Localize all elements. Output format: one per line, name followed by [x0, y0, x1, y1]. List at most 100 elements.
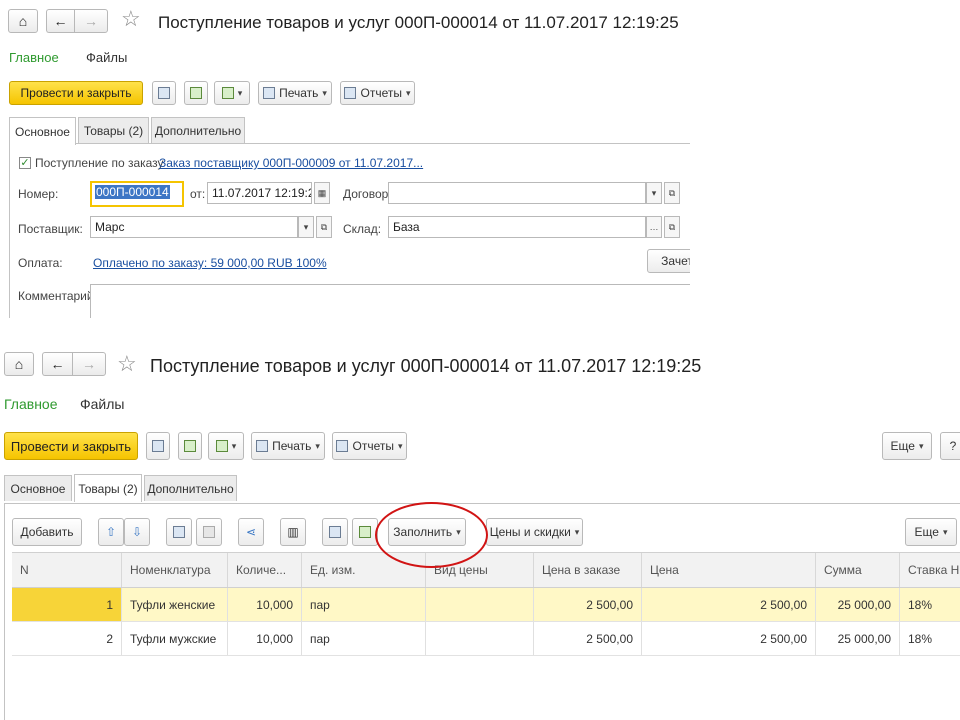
back-button[interactable]: ←: [42, 352, 72, 376]
chevron-down-icon: ▾: [651, 187, 657, 198]
arrow-up-icon: ⇧: [105, 525, 117, 539]
comment-field[interactable]: [90, 284, 690, 318]
tab-main[interactable]: Основное: [9, 117, 76, 145]
payment-link[interactable]: Оплачено по заказу: 59 000,00 RUB 100%: [93, 256, 327, 270]
nav-files[interactable]: Файлы: [86, 50, 127, 65]
table-row[interactable]: 1 Туфли женские 10,000 пар 2 500,00 2 50…: [12, 588, 960, 622]
warehouse-select-button[interactable]: …: [646, 216, 662, 238]
payment-label: Оплата:: [18, 256, 63, 270]
tab-additional[interactable]: Дополнительно: [151, 117, 245, 143]
paste-row-button[interactable]: [196, 518, 222, 546]
col-sum[interactable]: Сумма: [816, 553, 900, 587]
nav-main[interactable]: Главное: [4, 396, 58, 412]
col-unit[interactable]: Ед. изм.: [302, 553, 426, 587]
arrow-right-icon: →: [82, 356, 96, 372]
table-row[interactable]: 2 Туфли мужские 10,000 пар 2 500,00 2 50…: [12, 622, 960, 656]
contract-open-button[interactable]: ⧉: [664, 182, 680, 204]
tab-main[interactable]: Основное: [4, 475, 72, 501]
warehouse-field[interactable]: База: [388, 216, 646, 238]
forward-button[interactable]: →: [72, 352, 106, 376]
create-based-on-button[interactable]: [208, 432, 244, 460]
home-icon: ⌂: [18, 13, 28, 29]
col-item[interactable]: Номенклатура: [122, 553, 228, 587]
tab-goods[interactable]: Товары (2): [74, 474, 142, 502]
post-doc-icon: [184, 440, 196, 452]
print-button[interactable]: Печать: [258, 81, 332, 105]
fill-button[interactable]: Заполнить: [388, 518, 466, 546]
post-and-close-button[interactable]: Провести и закрыть: [4, 432, 138, 460]
tab-additional[interactable]: Дополнительно: [144, 475, 237, 501]
date-field[interactable]: 11.07.2017 12:19:25: [207, 182, 312, 204]
calendar-button[interactable]: ▦: [314, 182, 330, 204]
help-button[interactable]: ?: [940, 432, 960, 460]
cell-order-price: 2 500,00: [534, 588, 642, 621]
floppy-icon: [158, 87, 170, 99]
split-button[interactable]: ⋖: [238, 518, 264, 546]
supplier-open-button[interactable]: ⧉: [316, 216, 332, 238]
arrow-right-icon: →: [84, 13, 98, 29]
col-order-price[interactable]: Цена в заказе: [534, 553, 642, 587]
supplier-field[interactable]: Марс: [90, 216, 298, 238]
cell-vat: 18%: [900, 588, 960, 621]
post-and-close-button[interactable]: Провести и закрыть: [9, 81, 143, 105]
number-value: 000П-000014: [95, 185, 170, 199]
by-order-checkbox[interactable]: ✓: [19, 157, 31, 169]
date-label: от:: [190, 187, 206, 201]
supplier-dropdown-button[interactable]: ▾: [298, 216, 314, 238]
table-more-button[interactable]: Еще: [905, 518, 957, 546]
forward-button[interactable]: →: [74, 9, 108, 33]
nav-main[interactable]: Главное: [9, 50, 59, 65]
move-down-button[interactable]: ⇩: [124, 518, 150, 546]
col-qty[interactable]: Количе...: [228, 553, 302, 587]
home-button[interactable]: ⌂: [8, 9, 38, 33]
number-field[interactable]: 000П-000014: [90, 181, 184, 207]
select-items-button[interactable]: [322, 518, 348, 546]
add-row-button[interactable]: Добавить: [12, 518, 82, 546]
warehouse-open-button[interactable]: ⧉: [664, 216, 680, 238]
save-button[interactable]: [146, 432, 170, 460]
back-button[interactable]: ←: [46, 9, 74, 33]
print-button[interactable]: Печать: [251, 432, 325, 460]
open-icon: ⧉: [668, 187, 676, 198]
barcode-icon: ▥: [287, 525, 299, 539]
prices-discounts-button[interactable]: Цены и скидки: [486, 518, 583, 546]
copy-row-button[interactable]: [166, 518, 192, 546]
post-button[interactable]: [178, 432, 202, 460]
favorite-star-icon[interactable]: ☆: [121, 8, 141, 30]
col-n[interactable]: N: [12, 553, 122, 587]
tab-goods[interactable]: Товары (2): [78, 117, 149, 143]
col-vat[interactable]: Ставка Н: [900, 553, 960, 587]
post-button[interactable]: [184, 81, 208, 105]
save-button[interactable]: [152, 81, 176, 105]
goods-table: N Номенклатура Количе... Ед. изм. Вид це…: [12, 552, 960, 720]
barcode-button[interactable]: ▥: [280, 518, 306, 546]
floppy-icon: [152, 440, 164, 452]
cell-price-type: [426, 622, 534, 655]
offset-button[interactable]: Зачет: [647, 249, 690, 273]
col-price[interactable]: Цена: [642, 553, 816, 587]
nav-files[interactable]: Файлы: [80, 396, 124, 412]
home-button[interactable]: ⌂: [4, 352, 34, 376]
share-icon: ⋖: [245, 525, 257, 539]
move-up-button[interactable]: ⇧: [98, 518, 124, 546]
cell-sum: 25 000,00: [816, 622, 900, 655]
col-price-type[interactable]: Вид цены: [426, 553, 534, 587]
create-based-on-button[interactable]: [214, 81, 250, 105]
order-link[interactable]: Заказ поставщику 000П-000009 от 11.07.20…: [159, 156, 423, 170]
import-button[interactable]: [352, 518, 378, 546]
cell-unit: пар: [302, 588, 426, 621]
supplier-label: Поставщик:: [18, 222, 83, 236]
page-title: Поступление товаров и услуг 000П-000014 …: [150, 356, 702, 376]
contract-dropdown-button[interactable]: ▾: [646, 182, 662, 204]
contract-field[interactable]: [388, 182, 646, 204]
cell-vat: 18%: [908, 631, 933, 646]
reports-button[interactable]: Отчеты: [340, 81, 415, 105]
cell-order-price: 2 500,00: [534, 622, 642, 655]
cell-item: Туфли мужские: [122, 622, 228, 655]
arrow-left-icon: ←: [50, 356, 65, 372]
home-icon: ⌂: [14, 356, 24, 372]
more-button[interactable]: Еще: [882, 432, 932, 460]
favorite-star-icon[interactable]: ☆: [117, 353, 137, 375]
cell-price: 2 500,00: [642, 622, 816, 655]
reports-button[interactable]: Отчеты: [332, 432, 407, 460]
